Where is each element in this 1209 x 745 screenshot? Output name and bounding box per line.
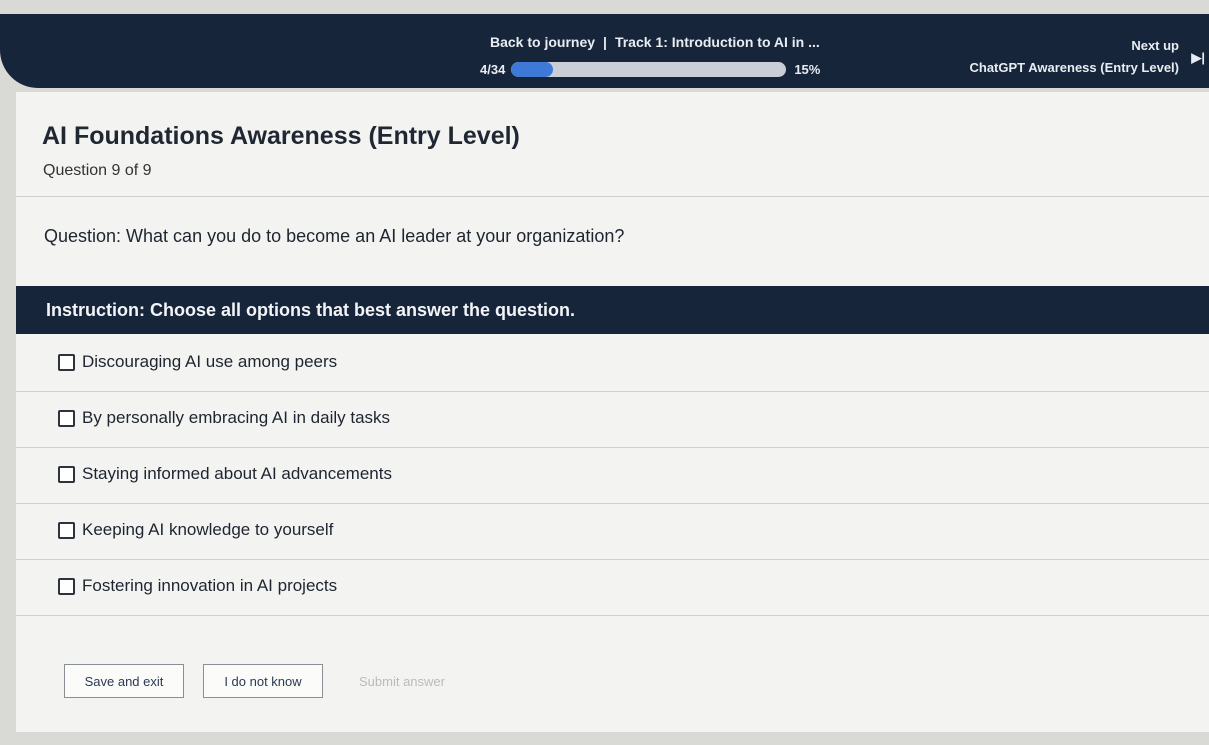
back-to-journey-link[interactable]: Back to journey [490, 34, 595, 50]
option-label: Staying informed about AI advancements [82, 464, 392, 483]
skip-next-icon[interactable]: ▶| [1191, 50, 1205, 66]
checkbox[interactable] [58, 466, 75, 483]
progress-bar [511, 61, 787, 77]
quiz-panel: AI Foundations Awareness (Entry Level) Q… [16, 92, 1209, 732]
answer-option[interactable]: Fostering innovation in AI projects [16, 560, 1209, 616]
answer-option[interactable]: Keeping AI knowledge to yourself [16, 504, 1209, 560]
breadcrumb-separator: | [603, 34, 607, 50]
track-title[interactable]: Track 1: Introduction to AI in ... [615, 34, 820, 50]
option-label: Keeping AI knowledge to yourself [82, 520, 334, 539]
instruction-banner: Instruction: Choose all options that bes… [16, 286, 1209, 334]
progress-count: 4/34 [480, 61, 506, 77]
top-bar: Back to journey | Track 1: Introduction to… [0, 14, 1209, 88]
next-up-title[interactable]: ChatGPT Awareness (Entry Level) [969, 60, 1179, 75]
question-counter: Question 9 of 9 [43, 162, 152, 179]
answer-option[interactable]: By personally embracing AI in daily task… [16, 392, 1209, 448]
answer-option[interactable]: Discouraging AI use among peers [16, 336, 1209, 392]
checkbox[interactable] [58, 410, 75, 427]
question-text: Question: What can you do to become an A… [44, 226, 625, 246]
progress-bar-fill [511, 61, 553, 77]
progress-percent: 15% [794, 61, 821, 77]
next-up-label: Next up [1131, 38, 1179, 53]
page-title: AI Foundations Awareness (Entry Level) [42, 122, 520, 150]
save-and-exit-button[interactable]: Save and exit [64, 664, 184, 698]
answer-option[interactable]: Staying informed about AI advancements [16, 448, 1209, 504]
option-label: Discouraging AI use among peers [82, 352, 338, 371]
checkbox[interactable] [58, 522, 75, 539]
checkbox[interactable] [58, 354, 75, 371]
checkbox[interactable] [58, 578, 75, 595]
i-do-not-know-button[interactable]: I do not know [203, 664, 323, 698]
progress-indicator: 4/34 15% [480, 60, 820, 78]
submit-answer-button[interactable]: Submit answer [342, 664, 462, 698]
breadcrumb: Back to journey | Track 1: Introduction to… [490, 34, 820, 50]
divider [16, 196, 1209, 197]
option-label: Fostering innovation in AI projects [82, 576, 338, 595]
option-label: By personally embracing AI in daily task… [82, 408, 391, 427]
instruction-text: Instruction: Choose all options that bes… [46, 300, 576, 320]
